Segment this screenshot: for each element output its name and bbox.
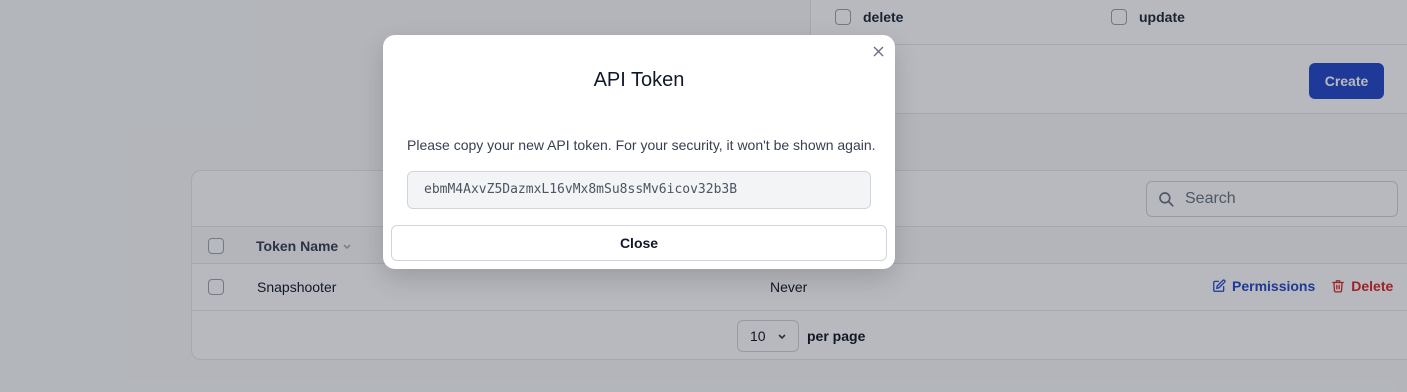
- api-token-field[interactable]: ebmM4AxvZ5DazmxL16vMx8mSu8ssMv6icov32b3B: [407, 171, 871, 209]
- modal-message: Please copy your new API token. For your…: [407, 137, 876, 153]
- api-token-modal: API Token Please copy your new API token…: [383, 35, 895, 269]
- close-icon[interactable]: [869, 42, 887, 60]
- close-button[interactable]: Close: [391, 225, 887, 261]
- modal-title: API Token: [593, 69, 685, 91]
